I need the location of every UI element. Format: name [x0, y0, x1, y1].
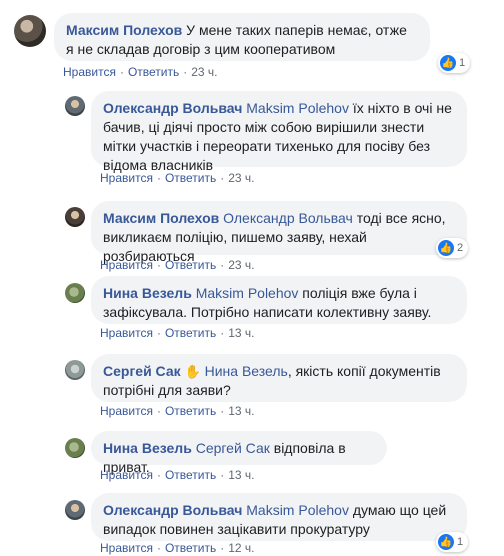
comment-bubble: Максим Полехов У мене таких паперів нема… — [54, 13, 430, 61]
reply-button[interactable]: Ответить — [165, 541, 216, 555]
like-icon: 👍 — [438, 240, 454, 256]
reply-button[interactable]: Ответить — [165, 468, 216, 482]
avatar[interactable] — [14, 15, 46, 47]
like-button[interactable]: Нравится — [100, 171, 153, 185]
comment-actions: Нравится · Ответить · 13 ч. — [100, 326, 255, 340]
like-icon: 👍 — [440, 55, 456, 71]
reply-button[interactable]: Ответить — [165, 326, 216, 340]
like-button[interactable]: Нравится — [100, 404, 153, 418]
reply-button[interactable]: Ответить — [128, 65, 179, 79]
reply-button[interactable]: Ответить — [165, 258, 216, 272]
wave-hand-icon: ✋ — [184, 364, 201, 379]
mention-link[interactable]: Maksim Polehov — [196, 285, 299, 301]
like-button[interactable]: Нравится — [100, 468, 153, 482]
comment-author[interactable]: Нина Везель — [103, 285, 192, 301]
comment-actions: Нравится · Ответить · 23 ч. — [100, 258, 255, 272]
reaction-count[interactable]: 👍 1 — [438, 53, 471, 73]
like-button[interactable]: Нравится — [100, 326, 153, 340]
comment-author[interactable]: Максим Полехов — [103, 210, 219, 226]
mention-link[interactable]: Нина Везель — [205, 363, 288, 379]
comment-time[interactable]: 23 ч. — [228, 171, 254, 185]
mention-link[interactable]: Олександр Вольвач — [223, 210, 353, 226]
comment-author[interactable]: Максим Полехов — [66, 22, 182, 38]
avatar[interactable] — [65, 360, 85, 380]
avatar[interactable] — [65, 438, 85, 458]
comment-bubble: Сергей Сак ✋ Нина Везель, якість копії д… — [91, 354, 467, 402]
comment-time[interactable]: 13 ч. — [228, 468, 254, 482]
comment-time[interactable]: 12 ч. — [228, 541, 254, 555]
comment-time[interactable]: 23 ч. — [228, 258, 254, 272]
comment-author[interactable]: Олександр Вольвач — [103, 100, 242, 116]
mention-link[interactable]: Сергей Сак — [196, 440, 270, 456]
reply-button[interactable]: Ответить — [165, 171, 216, 185]
comment-author[interactable]: Олександр Вольвач — [103, 502, 242, 518]
comment-bubble: Олександр Вольвач Maksim Polehov думаю щ… — [91, 493, 467, 541]
comment-author[interactable]: Сергей Сак — [103, 363, 181, 379]
like-button[interactable]: Нравится — [63, 65, 116, 79]
avatar[interactable] — [65, 207, 85, 227]
mention-link[interactable]: Maksim Polehov — [246, 100, 349, 116]
comment-bubble: Нина Везель Сергей Сак відповіла в прива… — [91, 431, 387, 475]
comment-actions: Нравится · Ответить · 13 ч. — [100, 404, 255, 418]
comment-bubble: Максим Полехов Олександр Вольвач тоді вс… — [91, 201, 467, 264]
comment-actions: Нравится · Ответить · 23 ч. — [100, 171, 255, 185]
comment-bubble: Нина Везель Maksim Polehov поліція вже б… — [91, 276, 467, 324]
comment-actions: Нравится · Ответить · 23 ч. — [63, 65, 218, 79]
comment-time[interactable]: 13 ч. — [228, 404, 254, 418]
comment-time[interactable]: 13 ч. — [228, 326, 254, 340]
like-button[interactable]: Нравится — [100, 258, 153, 272]
comment-time[interactable]: 23 ч. — [191, 65, 217, 79]
like-icon: 👍 — [438, 534, 454, 550]
comment-bubble: Олександр Вольвач Maksim Polehov їх ніхт… — [91, 91, 467, 173]
reaction-count[interactable]: 👍 2 — [436, 238, 469, 258]
reaction-count[interactable]: 👍 1 — [436, 532, 469, 552]
reply-button[interactable]: Ответить — [165, 404, 216, 418]
comment-author[interactable]: Нина Везель — [103, 440, 192, 456]
avatar[interactable] — [65, 283, 85, 303]
avatar[interactable] — [65, 500, 85, 520]
like-button[interactable]: Нравится — [100, 541, 153, 555]
avatar[interactable] — [65, 96, 85, 116]
comment-actions: Нравится · Ответить · 13 ч. — [100, 468, 255, 482]
mention-link[interactable]: Maksim Polehov — [246, 502, 349, 518]
